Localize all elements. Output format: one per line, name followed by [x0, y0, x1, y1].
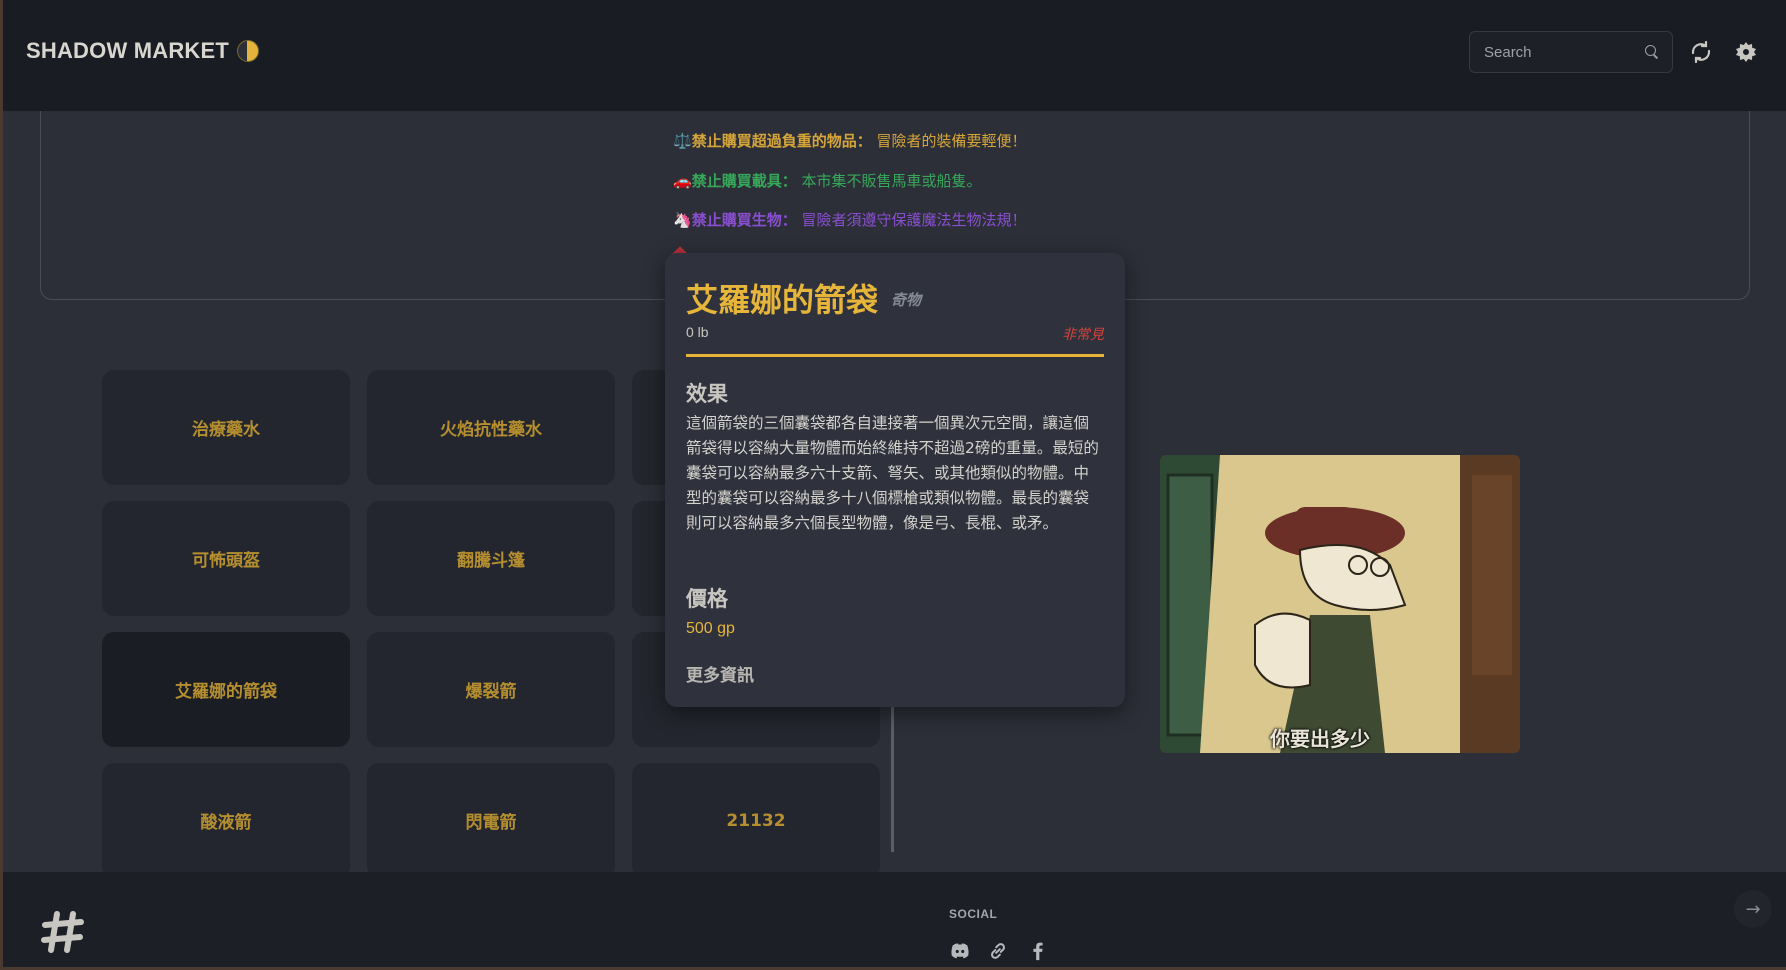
brand[interactable]: SHADOW MARKET	[26, 38, 260, 64]
item-name: 艾羅娜的箭袋	[175, 682, 277, 702]
unicorn-icon: 🦄	[673, 211, 692, 229]
item-card[interactable]: 21132	[632, 763, 880, 878]
item-title: 艾羅娜的箭袋	[686, 281, 879, 319]
meme-caption: 你要出多少	[1270, 727, 1370, 751]
rule-title: 禁止購買載具：	[691, 172, 797, 190]
footer: SOCIAL →	[3, 872, 1786, 967]
search-input[interactable]	[1470, 32, 1654, 72]
rule-vehicle: 🚗禁止購買載具： 本市集不販售馬車或船隻。	[673, 170, 981, 191]
rule-text: 本市集不販售馬車或船隻。	[796, 172, 982, 190]
discord-icon[interactable]	[949, 940, 971, 962]
item-name: 閃電箭	[465, 813, 517, 833]
link-icon[interactable]	[987, 940, 1009, 962]
rule-title: 禁止購買超過負重的物品：	[691, 132, 872, 150]
item-name: 火焰抗性藥水	[440, 420, 542, 440]
item-card[interactable]: 可怖頭盔	[102, 501, 350, 616]
item-name: 翻騰斗篷	[457, 551, 525, 571]
rarity-bar	[686, 354, 1104, 357]
facebook-icon[interactable]	[1027, 940, 1049, 962]
top-header: SHADOW MARKET	[3, 0, 1786, 111]
rule-title: 禁止購買生物：	[691, 211, 797, 229]
item-name: 酸液箭	[200, 813, 252, 833]
item-type: 奇物	[891, 291, 922, 309]
rule-text: 冒險者的裝備要輕便！	[871, 132, 1027, 150]
price-value: 500 gp	[686, 620, 735, 637]
settings-icon[interactable]	[1734, 40, 1758, 64]
item-card[interactable]: 火焰抗性藥水	[367, 370, 615, 485]
brand-title: SHADOW MARKET	[26, 38, 230, 63]
column-divider	[891, 700, 894, 852]
rule-text: 冒險者須遵守保護魔法生物法規！	[796, 211, 1027, 229]
price-heading: 價格	[686, 587, 728, 611]
car-icon: 🚗	[673, 172, 692, 190]
item-name: 21132	[726, 810, 786, 831]
item-weight: 0 lb	[686, 324, 709, 340]
item-card-selected[interactable]: 艾羅娜的箭袋	[102, 632, 350, 747]
item-name: 治療藥水	[192, 420, 260, 440]
refresh-icon[interactable]	[1689, 40, 1713, 64]
rule-creature: 🦄禁止購買生物： 冒險者須遵守保護魔法生物法規！	[673, 209, 1026, 230]
meme-image: 你要出多少	[1160, 455, 1520, 753]
item-name: 爆裂箭	[465, 682, 517, 702]
effect-text: 這個箭袋的三個囊袋都各自連接著一個異次元空間，讓這個箭袋得以容納大量物體而始終維…	[686, 414, 1099, 532]
effect-heading: 效果	[686, 382, 728, 406]
arrow-right-icon[interactable]: →	[1734, 890, 1772, 928]
item-card[interactable]: 治療藥水	[102, 370, 350, 485]
more-info-link[interactable]: 更多資訊	[686, 661, 754, 686]
item-card[interactable]: 翻騰斗篷	[367, 501, 615, 616]
moon-icon	[237, 40, 260, 62]
rule-weight: ⚖️禁止購買超過負重的物品： 冒險者的裝備要輕便！	[673, 130, 1026, 151]
scale-icon: ⚖️	[673, 132, 692, 150]
item-card[interactable]: 酸液箭	[102, 763, 350, 878]
hash-logo-icon	[39, 908, 87, 956]
window-frame-left	[0, 0, 3, 970]
item-name: 可怖頭盔	[192, 551, 260, 571]
item-card[interactable]: 爆裂箭	[367, 632, 615, 747]
social-label: SOCIAL	[949, 907, 998, 921]
item-card[interactable]: 閃電箭	[367, 763, 615, 878]
item-tooltip: 艾羅娜的箭袋 奇物 0 lb 非常見 效果 這個箭袋的三個囊袋都各自連接著一個異…	[665, 253, 1125, 707]
search-box[interactable]	[1469, 31, 1673, 73]
search-icon[interactable]	[1645, 45, 1656, 56]
item-rarity: 非常見	[1062, 327, 1104, 343]
